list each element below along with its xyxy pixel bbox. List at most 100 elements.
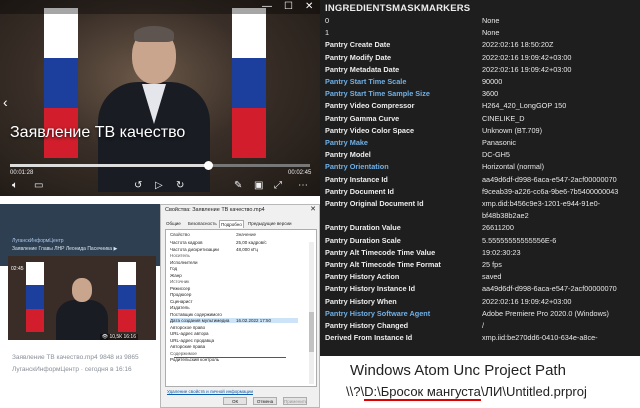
metadata-key: Pantry Modify Date bbox=[325, 52, 392, 62]
metadata-row: Pantry Start Time Sample Size 3600 bbox=[320, 88, 640, 100]
metadata-value: 26611200 bbox=[482, 223, 514, 233]
details-row[interactable]: Поставщик содержимого bbox=[170, 312, 222, 317]
metadata-value: Horizontal (normal) bbox=[482, 162, 545, 172]
details-row[interactable]: Авторские права bbox=[170, 344, 205, 349]
details-row[interactable]: Частота кадров bbox=[170, 240, 203, 245]
metadata-value: / bbox=[482, 321, 485, 330]
details-row[interactable]: Исполнители bbox=[170, 260, 197, 265]
tab-security[interactable]: Безопасность bbox=[187, 220, 218, 227]
details-row[interactable]: URL-адрес автора bbox=[170, 331, 208, 336]
minimize-icon[interactable]: — bbox=[262, 1, 272, 13]
remove-properties-link[interactable]: Удаление свойств и личной информации bbox=[167, 389, 253, 394]
seek-bar[interactable] bbox=[10, 161, 310, 170]
project-path-callout: Windows Atom Unc Project Path \\?\D:\Бро… bbox=[320, 356, 640, 408]
metadata-row: Pantry Original Document Id xmp.did:b456c… bbox=[320, 198, 640, 210]
rewind-icon[interactable]: ↺ bbox=[134, 179, 142, 193]
speaker-hair bbox=[134, 26, 174, 42]
subtitles-icon[interactable]: ▭ bbox=[34, 179, 43, 193]
close-icon[interactable]: ✕ bbox=[305, 1, 313, 13]
details-row[interactable]: Год bbox=[170, 266, 177, 271]
metadata-value: saved bbox=[482, 272, 502, 282]
column-value[interactable]: Значение bbox=[236, 232, 256, 237]
details-row[interactable]: URL-адрес продавца bbox=[170, 338, 214, 343]
metadata-row: Pantry Gamma Curve CINELIKE_D bbox=[320, 113, 640, 125]
metadata-row: Pantry Modify Date 2022:02:16 19:09:42+03… bbox=[320, 52, 640, 64]
telegram-post: ЛуганскИнформЦентр Заявление Главы ЛНР Л… bbox=[0, 196, 160, 408]
seek-bar-fill bbox=[10, 164, 208, 167]
tab-previous-versions[interactable]: Предыдущие версии bbox=[247, 220, 292, 227]
details-row[interactable]: Авторское право bbox=[170, 325, 205, 330]
metadata-value: 2022:02:16 19:09:42+03:00 bbox=[482, 64, 572, 74]
mini-view-icon[interactable]: ▣ bbox=[254, 179, 263, 193]
metadata-key: Pantry Alt Timecode Time Format bbox=[325, 260, 441, 269]
metadata-value: CINELIKE_D bbox=[482, 113, 525, 123]
metadata-value: DC-GH5 bbox=[482, 150, 510, 160]
metadata-value: 25 fps bbox=[482, 260, 502, 269]
dialog-close-icon[interactable]: ✕ bbox=[310, 205, 316, 213]
metadata-row: 1 None bbox=[320, 27, 640, 39]
post-channel-time: ЛуганскИнформЦентр · сегодня в 16:16 bbox=[12, 366, 132, 373]
details-group-header: Носитель bbox=[170, 253, 190, 258]
details-row[interactable]: Дата создания мультимедиа bbox=[170, 318, 298, 323]
metadata-value: 90000 bbox=[482, 77, 503, 86]
metadata-key: 1 bbox=[325, 28, 330, 38]
metadata-value: Unknown (BT.709) bbox=[482, 125, 543, 135]
details-row[interactable]: Режиссер bbox=[170, 286, 190, 291]
metadata-value: None bbox=[482, 28, 500, 38]
metadata-row: Pantry History Software Agent Adobe Premi… bbox=[320, 308, 640, 320]
metadata-key: Pantry History When bbox=[325, 296, 397, 306]
forward-icon[interactable]: ↻ bbox=[176, 179, 184, 193]
details-scrollbar[interactable] bbox=[309, 242, 314, 384]
previous-arrow-icon[interactable]: ‹ bbox=[3, 94, 8, 110]
apply-button[interactable]: Применить bbox=[283, 397, 307, 405]
dialog-tabs: Общие Безопасность Подробно Предыдущие в… bbox=[165, 220, 315, 229]
video-player[interactable]: — ☐ ✕ ‹ Заявление ТВ качество 00:01:28 0… bbox=[0, 0, 320, 196]
metadata-key: Pantry Alt Timecode Time Value bbox=[325, 247, 436, 257]
cancel-button[interactable]: Отмена bbox=[253, 397, 277, 405]
metadata-row: Pantry Document Id f9ceab39-a226-cc6a-9be… bbox=[320, 186, 640, 198]
metadata-key: Pantry History Changed bbox=[325, 321, 409, 330]
metadata-value: bf48b38b2ae2 bbox=[482, 211, 529, 221]
thumb-flag-right bbox=[118, 262, 136, 332]
dialog-title: Свойства: Заявление ТВ качество.mp4 bbox=[165, 207, 265, 213]
details-scrollbar-thumb[interactable] bbox=[309, 312, 314, 352]
metadata-value: Adobe Premiere Pro 2020.0 (Windows) bbox=[482, 308, 609, 318]
fullscreen-icon[interactable]: ⤢ bbox=[274, 179, 282, 193]
ok-button[interactable]: ОК bbox=[223, 397, 247, 405]
metadata-key: Pantry Video Compressor bbox=[325, 101, 415, 111]
red-underline-annotation bbox=[174, 357, 286, 358]
details-row[interactable]: Жанр bbox=[170, 273, 182, 278]
metadata-row: Pantry Model DC-GH5 bbox=[320, 149, 640, 161]
volume-icon[interactable]: 🔈︎ bbox=[12, 179, 18, 193]
details-row[interactable]: Продюсер bbox=[170, 292, 191, 297]
play-icon[interactable]: ▷ bbox=[155, 179, 163, 193]
details-group-header: Источник bbox=[170, 279, 190, 284]
metadata-value: 5.55555555555556E-6 bbox=[482, 235, 557, 245]
metadata-value: 2022:02:16 19:09:42+03:00 bbox=[482, 52, 572, 62]
details-row[interactable]: Издатель bbox=[170, 305, 190, 310]
current-time: 00:01:28 bbox=[10, 170, 34, 176]
metadata-row: Pantry Instance Id aa49d6df-d998-6aca-e54… bbox=[320, 174, 640, 186]
seek-bar-thumb[interactable] bbox=[204, 161, 213, 170]
edit-icon[interactable]: ✎ bbox=[234, 179, 242, 193]
project-path: \\?\D:\Бросок мангуста\ЛИ\Untitled.prpro… bbox=[346, 384, 587, 401]
metadata-key: Pantry Duration Scale bbox=[325, 235, 401, 245]
details-row[interactable]: Сценарист bbox=[170, 299, 193, 304]
maximize-icon[interactable]: ☐ bbox=[284, 1, 293, 13]
metadata-row: Pantry Metadata Date 2022:02:16 19:09:42+… bbox=[320, 64, 640, 76]
path-prefix: \\?\ bbox=[346, 384, 365, 399]
post-video-thumbnail[interactable] bbox=[8, 256, 156, 340]
tab-details[interactable]: Подробно bbox=[219, 220, 244, 228]
metadata-value: aa49d6df-d998-6aca-e547-2acf00000070 bbox=[482, 284, 617, 294]
column-property[interactable]: Свойство bbox=[170, 232, 190, 237]
metadata-row: Pantry Duration Value 26611200 bbox=[320, 222, 640, 234]
metadata-value: Panasonic bbox=[482, 138, 517, 147]
tab-general[interactable]: Общие bbox=[165, 220, 182, 227]
metadata-row: Pantry Make Panasonic bbox=[320, 137, 640, 149]
more-options-icon[interactable]: ⋯ bbox=[298, 179, 308, 193]
metadata-key: Pantry Make bbox=[325, 138, 368, 147]
details-row[interactable]: Частота дискретизации bbox=[170, 247, 219, 252]
metadata-key: Pantry Start Time Sample Size bbox=[325, 89, 430, 99]
post-channel-name[interactable]: ЛуганскИнформЦентр bbox=[12, 238, 64, 244]
metadata-value: 19:02:30:23 bbox=[482, 247, 521, 257]
